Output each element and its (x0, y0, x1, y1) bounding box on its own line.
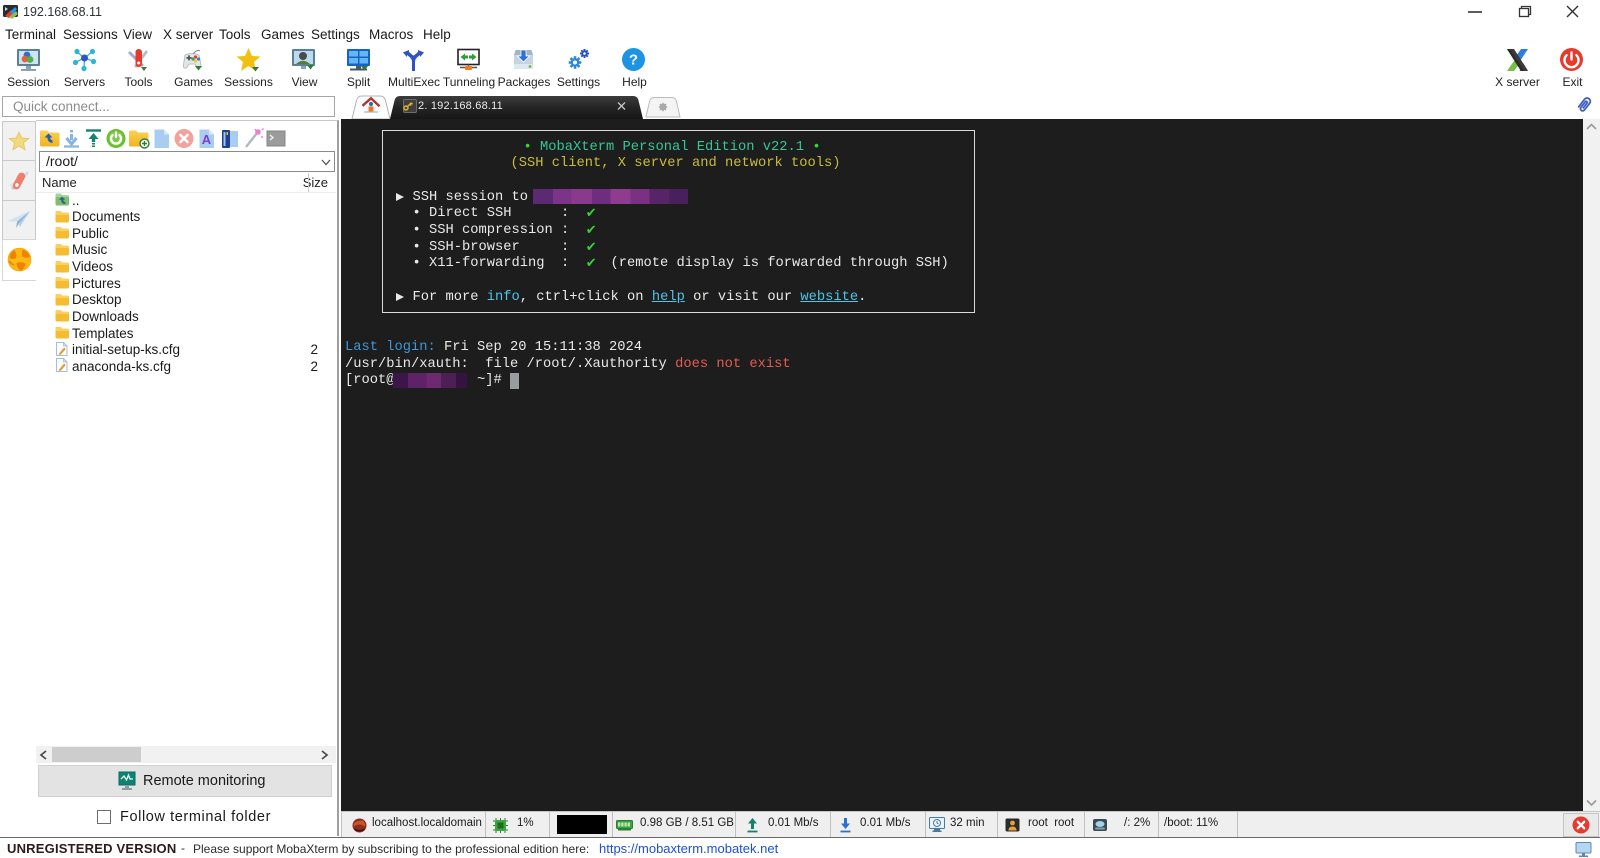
svg-text:?: ? (629, 52, 638, 69)
